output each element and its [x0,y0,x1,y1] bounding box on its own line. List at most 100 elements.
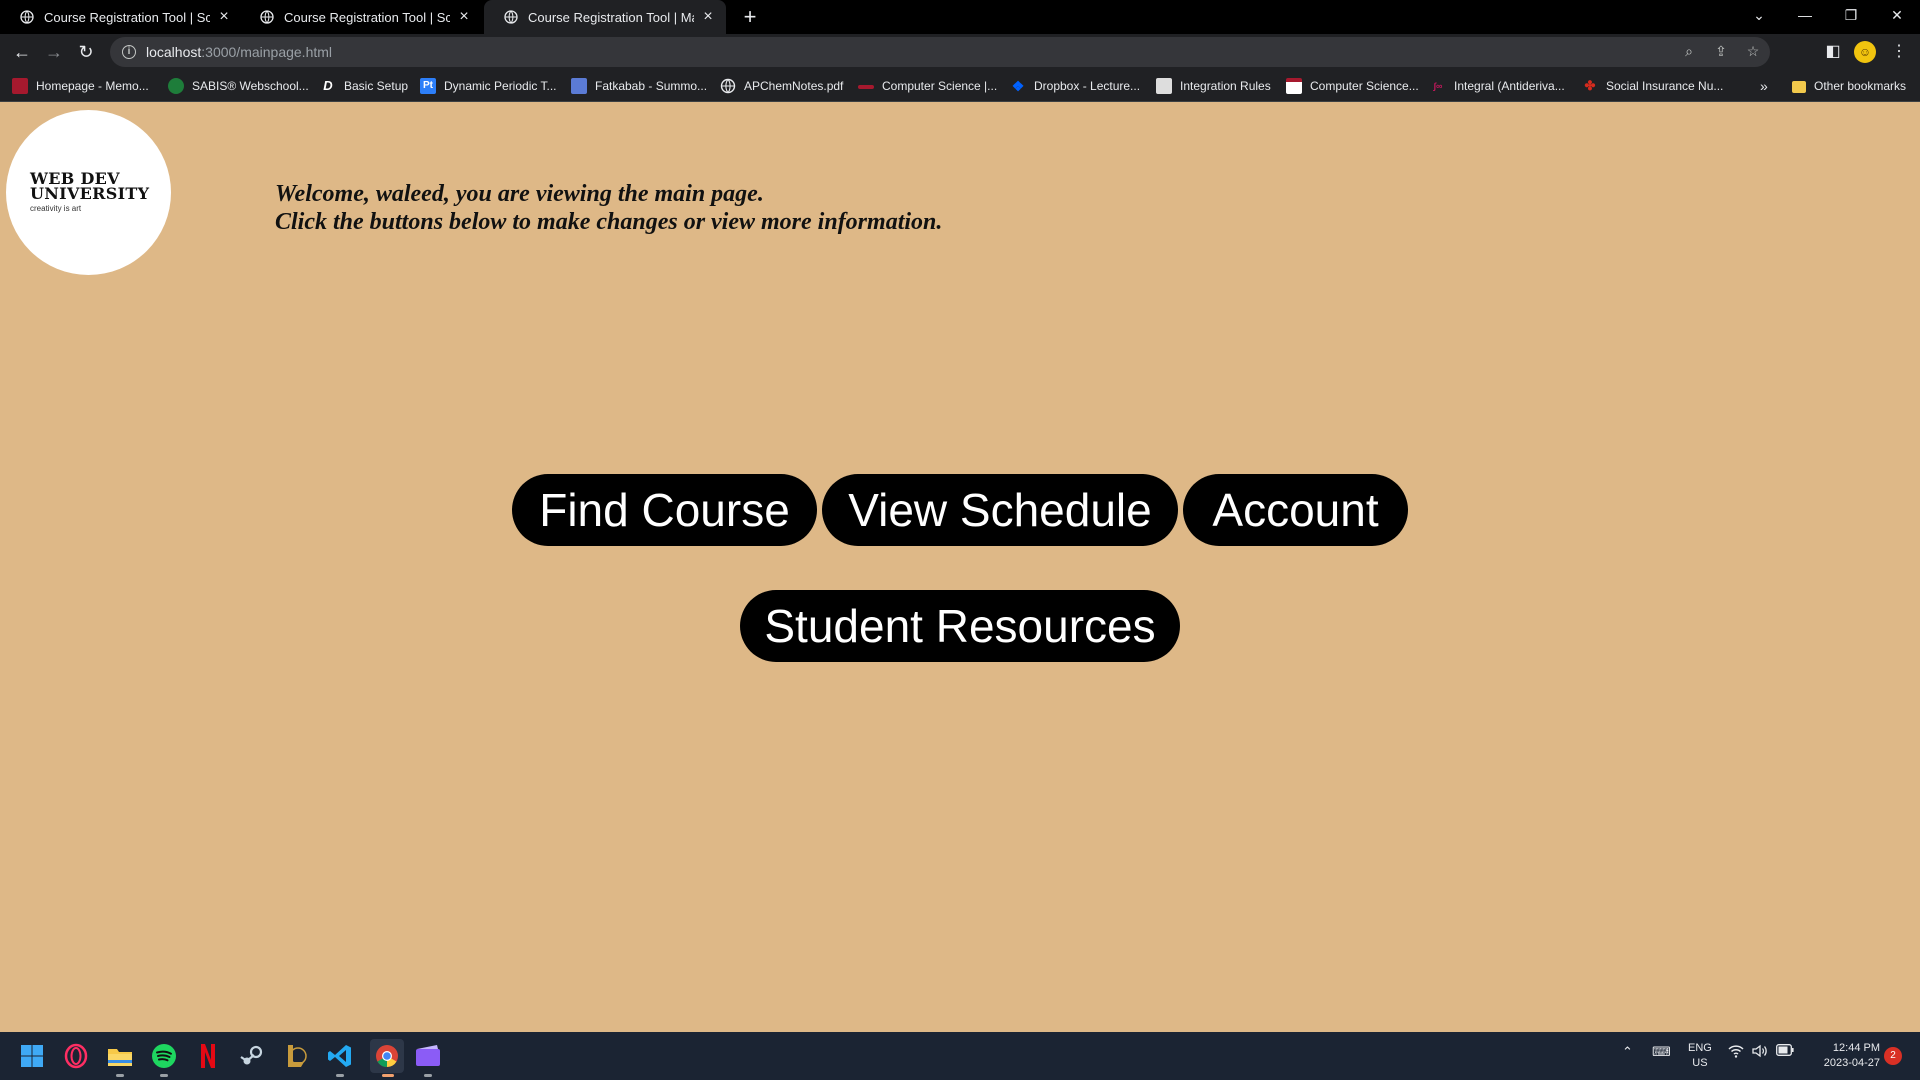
student-resources-button[interactable]: Student Resources [740,590,1180,662]
volume-icon[interactable] [1752,1044,1768,1061]
league-of-legends-icon[interactable] [282,1042,310,1070]
close-tab-icon[interactable]: × [456,8,472,26]
tab-schedule-1[interactable]: Course Registration Tool | Schedule × [0,0,242,34]
logo-line-2: UNIVERSITY [30,184,150,203]
tab-title: Course Registration Tool | Schedule [284,9,450,25]
address-bar[interactable]: i localhost:3000/mainpage.html ⌕ ⇪ ☆ [110,37,1770,67]
vscode-icon[interactable] [326,1042,354,1070]
site-info-icon[interactable]: i [122,45,136,59]
clock-date: 2023-04-27 [1823,1057,1880,1069]
find-course-button[interactable]: Find Course [512,474,817,546]
tab-title: Course Registration Tool | Main [528,9,694,25]
bookmark-label: APChemNotes.pdf [744,79,844,93]
notification-badge[interactable]: 2 [1884,1047,1902,1065]
cs2-icon [1286,78,1302,94]
forward-button[interactable]: → [40,38,68,66]
tab-schedule-2[interactable]: Course Registration Tool | Schedule × [240,0,482,34]
new-tab-button[interactable]: + [736,3,764,31]
bookmark-label: Basic Setup [344,79,409,93]
tab-strip: Course Registration Tool | Schedule × Co… [0,0,1920,34]
bookmark-label: Computer Science |... [882,79,998,93]
globe-icon [20,10,34,24]
tab-main[interactable]: Course Registration Tool | Main × [484,0,726,34]
bookmark-item[interactable]: Integration Rules [1156,77,1271,95]
bookmark-label: Integration Rules [1180,79,1271,93]
bookmark-item[interactable]: SABIS® Webschool... [168,77,309,95]
bookmark-label: SABIS® Webschool... [192,79,309,93]
bookmark-item[interactable]: Fatkabab - Summo... [571,77,707,95]
bookmark-label: Fatkabab - Summo... [595,79,708,93]
opera-gx-icon[interactable] [62,1042,90,1070]
tab-search-icon[interactable]: ⌄ [1736,0,1782,34]
running-indicator [116,1074,124,1077]
running-indicator [160,1074,168,1077]
bookmark-item[interactable]: ✤ Social Insurance Nu... [1582,77,1724,95]
bookmark-item[interactable]: Computer Science... [1286,77,1419,95]
file-explorer-icon[interactable] [106,1042,134,1070]
bookmarks-bar: Homepage - Memo... SABIS® Webschool... D… [0,70,1920,102]
wifi-icon[interactable] [1728,1044,1744,1061]
maple-leaf-icon: ✤ [1584,78,1596,93]
bookmark-item[interactable]: Pt Dynamic Periodic T... [420,77,556,95]
menu-kebab-icon[interactable]: ⋮ [1886,39,1912,65]
bookmark-label: Other bookmarks [1814,79,1907,93]
bookmark-label: Homepage - Memo... [36,79,149,93]
account-button[interactable]: Account [1183,474,1408,546]
steam-icon[interactable] [238,1042,266,1070]
zoom-icon[interactable]: ⌕ [1680,43,1698,60]
sabis-icon [168,78,184,94]
tab-title: Course Registration Tool | Schedule [44,9,210,25]
dropbox-icon: ❖ [1011,78,1025,94]
bookmark-item[interactable]: Homepage - Memo... [12,77,149,95]
bookmark-label: Dropbox - Lecture... [1034,79,1141,93]
chrome-icon[interactable] [370,1039,404,1073]
bookmark-label: Social Insurance Nu... [1606,79,1724,93]
profile-avatar[interactable]: ☺ [1854,41,1876,63]
d-icon: D [323,78,333,93]
system-clock[interactable]: 12:44 PM 2023-04-27 [1806,1041,1880,1071]
bookmark-label: Computer Science... [1310,79,1419,93]
bookmark-item[interactable]: D Basic Setup [320,77,408,95]
netflix-icon[interactable] [194,1042,222,1070]
welcome-line-1: Welcome, waleed, you are viewing the mai… [275,181,764,207]
windows-start-icon[interactable] [18,1042,46,1070]
back-button[interactable]: ← [8,38,36,66]
running-indicator [336,1074,344,1077]
close-tab-icon[interactable]: × [216,8,232,26]
running-indicator [424,1074,432,1077]
close-tab-icon[interactable]: × [700,8,716,26]
restore-button[interactable]: ❐ [1828,0,1874,34]
windows-taskbar: ⌃ ⌨ ENG US 12:44 PM 2023-04-27 2 [0,1032,1920,1080]
language-code: ENG [1688,1042,1712,1054]
university-logo: WEB DEV UNIVERSITY creativity is art [6,110,171,275]
more-bookmarks-button[interactable]: » [1760,77,1768,95]
bookmark-item[interactable]: ❖ Dropbox - Lecture... [1010,77,1140,95]
url-path: :3000/mainpage.html [201,44,333,60]
show-hidden-icons-chevron-icon[interactable]: ⌃ [1622,1044,1633,1060]
integration-icon [1156,78,1172,94]
view-schedule-button[interactable]: View Schedule [822,474,1178,546]
battery-icon[interactable] [1776,1044,1794,1059]
memorial-icon [12,78,28,94]
other-bookmarks-folder[interactable]: Other bookmarks [1792,77,1906,95]
spotify-icon[interactable] [150,1042,178,1070]
touch-keyboard-icon[interactable]: ⌨ [1652,1044,1671,1060]
share-icon[interactable]: ⇪ [1712,43,1730,60]
language-indicator[interactable]: ENG US [1688,1041,1712,1071]
minimize-button[interactable]: — [1782,0,1828,34]
reload-button[interactable]: ↻ [72,38,100,66]
globe-icon [260,10,274,24]
side-panel-icon[interactable]: ◧ [1820,39,1846,65]
fatkabab-icon [571,78,587,94]
bookmark-star-icon[interactable]: ☆ [1744,43,1762,60]
clipchamp-icon[interactable] [414,1042,442,1070]
active-indicator [382,1074,394,1077]
bookmark-label: Dynamic Periodic T... [444,79,557,93]
bookmark-label: Integral (Antideriva... [1454,79,1565,93]
bookmark-item[interactable]: Computer Science |... [858,77,997,95]
browser-toolbar: ← → ↻ i localhost:3000/mainpage.html ⌕ ⇪… [0,34,1920,70]
bookmark-item[interactable]: APChemNotes.pdf [720,77,843,95]
logo-tagline: creativity is art [30,204,82,213]
close-window-button[interactable]: ✕ [1874,0,1920,34]
bookmark-item[interactable]: ∫∞ Integral (Antideriva... [1430,77,1565,95]
